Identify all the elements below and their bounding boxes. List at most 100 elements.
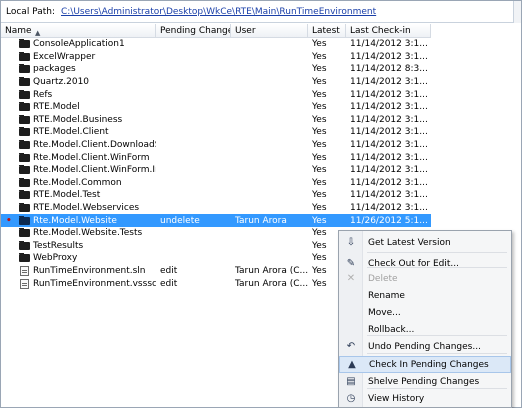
menu-item-label: Get Latest Version [368, 237, 451, 248]
cell-last-checkin: 11/14/2012 3:1... [350, 127, 428, 138]
list-row[interactable]: Quartz.2010 Yes 11/14/2012 3:1... [1, 76, 431, 89]
list-row[interactable]: ExcelWrapper Yes 11/14/2012 3:1... [1, 51, 431, 64]
folder-icon [19, 228, 30, 238]
column-header-last-checkin[interactable]: Last Check-in [346, 24, 431, 38]
cell-latest: Yes [312, 140, 327, 151]
folder-icon [19, 114, 30, 124]
cell-name: RTE.Model.Webservices [1, 203, 156, 213]
menu-item-delete[interactable]: ✕ Delete [339, 270, 511, 287]
column-header-user[interactable]: User [231, 24, 308, 38]
undo-icon: ↶ [346, 341, 356, 352]
folder-icon [19, 215, 30, 225]
item-name: TestResults [33, 240, 84, 251]
menu-item-label: Rename [368, 290, 405, 301]
cell-latest: Yes [312, 177, 327, 188]
cell-name: RunTimeEnvironment.vssscc [1, 278, 156, 289]
cell-last-checkin: 11/26/2012 5:1... [350, 215, 428, 226]
list-row[interactable]: RTE.Model.Business Yes 11/14/2012 3:1... [1, 114, 431, 127]
list-row[interactable]: RTE.Model.Client Yes 11/14/2012 3:1... [1, 126, 431, 139]
column-header-pending-change[interactable]: Pending Change [156, 24, 231, 38]
file-icon [20, 278, 29, 289]
cell-last-checkin: 11/14/2012 3:1... [350, 51, 428, 62]
folder-icon [19, 240, 30, 250]
item-name: RTE.Model.Test [33, 190, 101, 201]
cell-user: Tarun Arora (C... [235, 278, 308, 289]
cell-latest: Yes [312, 165, 327, 176]
menu-item-move[interactable]: Move... [339, 304, 511, 321]
cell-latest: Yes [312, 64, 327, 75]
cell-latest: Yes [312, 89, 327, 100]
menu-item-check-in-pending-changes[interactable]: ▲ Check In Pending Changes [339, 356, 511, 373]
menu-item-label: Undo Pending Changes... [368, 341, 481, 352]
cell-last-checkin: 11/14/2012 3:1... [350, 114, 428, 125]
cell-latest: Yes [312, 102, 327, 113]
cell-latest: Yes [312, 203, 327, 214]
menu-item-label: Rollback... [368, 324, 415, 335]
list-row[interactable]: packages Yes 11/14/2012 8:3... [1, 63, 431, 76]
list-row[interactable]: Rte.Model.Client.DownloadSh... Yes 11/14/2… [1, 139, 431, 152]
list-row[interactable]: Rte.Model.Client.WinForm.Ins... Yes 11/14/… [1, 164, 431, 177]
cell-name: ExcelWrapper [1, 51, 156, 62]
cell-last-checkin: 11/14/2012 3:1... [350, 39, 428, 50]
menu-item-get-latest-version[interactable]: ⇩ Get Latest Version [339, 234, 511, 251]
cell-last-checkin: 11/14/2012 3:1... [350, 203, 428, 214]
cell-name: Rte.Model.Client.WinForm [1, 152, 156, 163]
list-row[interactable]: Rte.Model.Client.WinForm Yes 11/14/2012 3:… [1, 151, 431, 164]
cell-pending-change: edit [160, 265, 178, 276]
cell-last-checkin: 11/14/2012 3:1... [350, 165, 428, 176]
list-row[interactable]: Rte.Model.Common Yes 11/14/2012 3:1... [1, 177, 431, 190]
column-header-name[interactable]: Name ▲ [1, 24, 156, 38]
local-path-link[interactable]: C:\Users\Administrator\Desktop\WkCe\RTE\… [61, 7, 376, 17]
menu-separator [367, 251, 507, 253]
menu-item-label: Delete [368, 273, 398, 284]
list-row[interactable]: RTE.Model.Webservices Yes 11/14/2012 3:1..… [1, 202, 431, 215]
cell-user: Tarun Arora [235, 215, 287, 226]
item-name: packages [33, 64, 76, 75]
list-row[interactable]: RTE.Model Yes 11/14/2012 3:1... [1, 101, 431, 114]
cell-last-checkin: 11/14/2012 3:1... [350, 177, 428, 188]
menu-separator [367, 353, 507, 354]
item-name: RunTimeEnvironment.vssscc [33, 278, 156, 289]
item-name: Rte.Model.Client.WinForm.Ins... [33, 165, 156, 176]
cell-last-checkin: 11/14/2012 8:3... [350, 64, 428, 75]
item-name: Rte.Model.Common [33, 177, 122, 188]
menu-item-no-icon [339, 304, 363, 321]
menu-item-label: Move... [368, 307, 401, 318]
menu-item-rename[interactable]: Rename [339, 287, 511, 304]
cell-name: TestResults [1, 240, 156, 251]
list-row[interactable]: ConsoleApplication1 Yes 11/14/2012 3:1... [1, 38, 431, 51]
cell-last-checkin: 11/14/2012 3:1... [350, 190, 428, 201]
menu-item-view-history[interactable]: ◷ View History [339, 390, 511, 407]
column-header-latest[interactable]: Latest [308, 24, 346, 38]
cell-name: Rte.Model.Common [1, 177, 156, 188]
column-header-name-label: Name [5, 26, 32, 36]
cell-last-checkin: 11/14/2012 3:1... [350, 89, 428, 100]
folder-icon [19, 127, 30, 137]
item-name: RTE.Model.Business [33, 114, 123, 125]
cell-latest: Yes [312, 77, 327, 88]
folder-icon [19, 165, 30, 175]
cell-name: RTE.Model.Business [1, 114, 156, 125]
cell-name: Rte.Model.Client.WinForm.Ins... [1, 165, 156, 175]
shelve-icon: ▤ [346, 376, 356, 387]
menu-item-no-icon [339, 287, 363, 304]
list-row[interactable]: Refs Yes 11/14/2012 3:1... [1, 88, 431, 101]
checkin-icon: ▲ [348, 359, 356, 370]
vertical-scrollbar-stub[interactable] [513, 1, 521, 23]
cell-name: • Rte.Model.Website [1, 215, 156, 226]
cell-name: RTE.Model.Test [1, 190, 156, 200]
cell-latest: Yes [312, 152, 327, 163]
cell-latest: Yes [312, 114, 327, 125]
folder-icon [19, 203, 30, 213]
folder-icon [19, 190, 30, 200]
source-control-explorer: Local Path: C:\Users\Administrator\Deskt… [0, 0, 522, 408]
item-name: RTE.Model.Client [33, 127, 109, 138]
item-name: Rte.Model.Client.WinForm [33, 152, 150, 163]
list-row[interactable]: • Rte.Model.Website undelete Tarun Arora Yes… [1, 214, 431, 227]
cell-last-checkin: 11/14/2012 3:1... [350, 77, 428, 88]
cell-latest: Yes [312, 51, 327, 62]
cell-pending-change: undelete [160, 215, 200, 226]
list-row[interactable]: RTE.Model.Test Yes 11/14/2012 3:1... [1, 189, 431, 202]
cell-name: Quartz.2010 [1, 77, 156, 87]
item-name: ConsoleApplication1 [33, 39, 125, 50]
